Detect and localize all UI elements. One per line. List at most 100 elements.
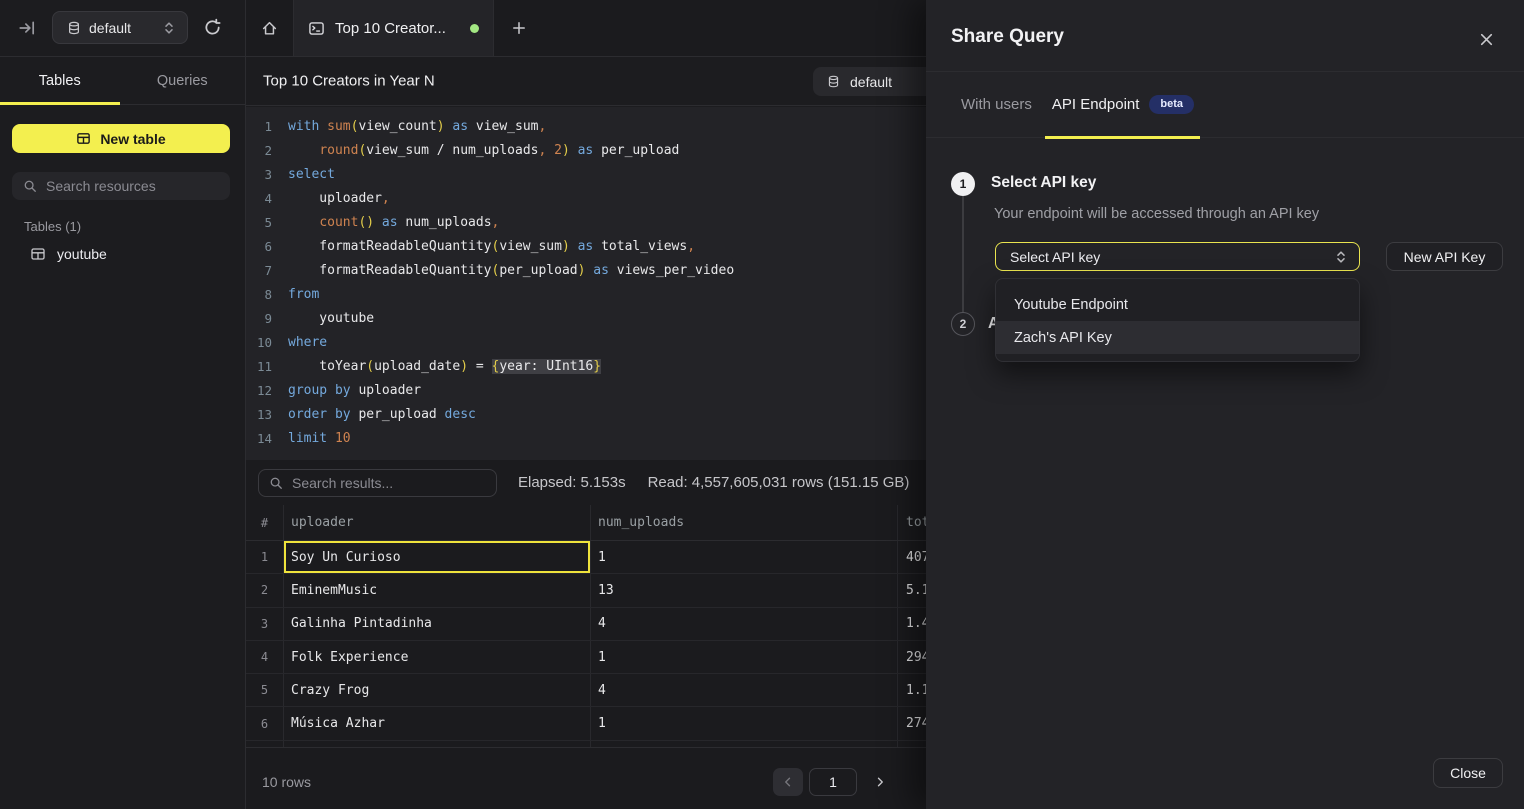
close-button[interactable]: Close (1433, 758, 1503, 788)
sidebar-table-item[interactable]: youtube (0, 241, 246, 267)
sidebar-tabs: Tables Queries (0, 57, 245, 105)
column-header[interactable]: total_views (898, 505, 926, 540)
tab-queries-label: Queries (157, 73, 208, 89)
table-cell[interactable]: 1.1 (898, 674, 926, 706)
table-cell[interactable]: 1 (591, 541, 898, 573)
tab-queries[interactable]: Queries (120, 57, 245, 104)
code-line: 8from (246, 283, 926, 307)
search-resources-placeholder: Search resources (46, 178, 156, 194)
code-line: 11 toYear(upload_date) = {year: UInt16} (246, 355, 926, 379)
table-cell[interactable]: Crazy Frog (284, 674, 591, 706)
results-footer: 10 rows 1 (246, 747, 926, 809)
search-results-input[interactable]: Search results... (258, 469, 497, 497)
table-cell[interactable]: Música Azhar (284, 707, 591, 739)
terminal-icon (308, 20, 325, 37)
search-icon (23, 179, 37, 193)
database-chip-label: default (850, 74, 892, 90)
table-cell[interactable]: 1 (591, 707, 898, 739)
table-cell[interactable]: 294 (898, 641, 926, 673)
row-index: 1 (246, 541, 284, 573)
code-line: 4 uploader, (246, 187, 926, 211)
column-header[interactable]: uploader (284, 505, 591, 540)
line-number: 11 (246, 355, 272, 379)
pagination-prev-button[interactable] (773, 768, 803, 796)
line-number: 5 (246, 211, 272, 235)
table-icon (30, 246, 46, 262)
unsaved-status-dot (470, 24, 479, 33)
table-row: 1Soy Un Curioso1407 (246, 541, 926, 574)
chevron-updown-icon (1335, 250, 1347, 264)
table-cell[interactable]: 1 (591, 641, 898, 673)
code-text: uploader, (272, 187, 390, 211)
rows-count-label: 10 rows (262, 774, 311, 790)
step-1-title: Select API key (991, 174, 1096, 192)
code-line: 3select (246, 163, 926, 187)
code-line: 14limit 10 (246, 427, 926, 451)
step-connector-line (962, 196, 964, 312)
api-key-select[interactable]: Select API key (995, 242, 1360, 271)
search-results-placeholder: Search results... (292, 475, 393, 491)
code-line: 7 formatReadableQuantity(per_upload) as … (246, 259, 926, 283)
api-key-select-value: Select API key (1010, 249, 1100, 265)
close-icon[interactable] (1478, 31, 1495, 48)
tab-with-users[interactable]: With users (961, 96, 1032, 113)
api-key-option[interactable]: Youtube Endpoint (996, 288, 1359, 321)
tab-api-endpoint-label: API Endpoint (1052, 96, 1140, 113)
sql-editor[interactable]: 1with sum(view_count) as view_sum,2 roun… (246, 107, 926, 460)
table-cell[interactable]: Soy Un Curioso (284, 541, 591, 573)
step-1-subtitle: Your endpoint will be accessed through a… (994, 206, 1319, 222)
chevron-updown-icon (163, 21, 175, 35)
collapse-sidebar-icon[interactable] (18, 19, 36, 37)
search-resources-input[interactable]: Search resources (12, 172, 230, 200)
database-chip[interactable]: default (813, 67, 926, 96)
line-number: 4 (246, 187, 272, 211)
query-tab[interactable]: Top 10 Creator... (294, 0, 494, 56)
table-row: 2EminemMusic135.1 (246, 574, 926, 607)
table-cell[interactable]: 5.1 (898, 574, 926, 606)
column-header[interactable]: # (246, 505, 284, 540)
home-button[interactable] (246, 0, 294, 56)
table-cell[interactable]: 1.4 (898, 608, 926, 640)
code-line: 9 youtube (246, 307, 926, 331)
line-number: 14 (246, 427, 272, 451)
new-table-button[interactable]: New table (12, 124, 230, 153)
query-titlebar: Top 10 Creators in Year N default (246, 57, 926, 106)
table-cell[interactable]: 4 (591, 608, 898, 640)
api-key-option[interactable]: Zach's API Key (996, 321, 1359, 354)
pagination-next-button[interactable] (866, 768, 894, 796)
table-name: youtube (57, 246, 107, 262)
table-cell[interactable]: 274 (898, 707, 926, 739)
tables-section-label: Tables (1) (24, 219, 81, 234)
code-text: from (272, 283, 319, 307)
code-text: youtube (272, 307, 374, 331)
tab-api-endpoint[interactable]: API Endpoint beta (1052, 95, 1194, 114)
tab-tables[interactable]: Tables (0, 57, 120, 104)
database-selector[interactable]: default (52, 11, 188, 44)
line-number: 8 (246, 283, 272, 307)
results-table: #uploadernum_uploadstotal_views 1Soy Un … (246, 505, 926, 747)
pagination-page-button[interactable]: 1 (809, 768, 857, 796)
table-cell[interactable]: Folk Experience (284, 641, 591, 673)
table-cell[interactable]: 407 (898, 541, 926, 573)
new-api-key-button[interactable]: New API Key (1386, 242, 1503, 271)
table-cell[interactable]: Galinha Pintadinha (284, 608, 591, 640)
line-number: 3 (246, 163, 272, 187)
table-cell[interactable]: 13 (591, 574, 898, 606)
column-header[interactable]: num_uploads (591, 505, 898, 540)
row-index: 3 (246, 608, 284, 640)
tab-with-users-label: With users (961, 96, 1032, 113)
table-cell[interactable]: 4 (591, 674, 898, 706)
code-line: 6 formatReadableQuantity(view_sum) as to… (246, 235, 926, 259)
code-text: with sum(view_count) as view_sum, (272, 115, 546, 139)
refresh-icon[interactable] (203, 18, 222, 37)
code-line: 13order by per_upload desc (246, 403, 926, 427)
tables-list: youtube (0, 241, 246, 267)
line-number: 6 (246, 235, 272, 259)
new-tab-button[interactable] (494, 0, 543, 56)
code-line: 12group by uploader (246, 379, 926, 403)
code-text: round(view_sum / num_uploads, 2) as per_… (272, 139, 679, 163)
code-line: 2 round(view_sum / num_uploads, 2) as pe… (246, 139, 926, 163)
table-row: 6Música Azhar1274 (246, 707, 926, 740)
share-query-panel: Share Query With users API Endpoint beta… (926, 0, 1524, 809)
table-cell[interactable]: EminemMusic (284, 574, 591, 606)
